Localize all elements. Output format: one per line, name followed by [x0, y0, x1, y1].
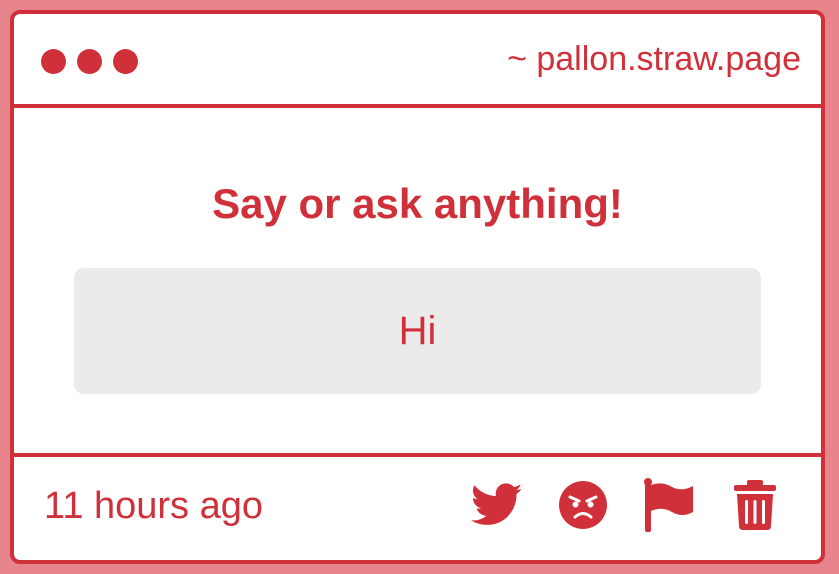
window-titlebar: ~ pallon.straw.page [14, 14, 821, 108]
page-url[interactable]: ~ pallon.straw.page [507, 40, 801, 79]
window-dot-2[interactable] [77, 49, 102, 74]
window-dot-3[interactable] [113, 49, 138, 74]
trash-icon [734, 480, 776, 530]
message-card: ~ pallon.straw.page Say or ask anything!… [10, 10, 825, 564]
window-controls [41, 49, 138, 74]
share-twitter-button[interactable] [471, 479, 523, 531]
report-flag-button[interactable] [643, 478, 695, 532]
message-text: Hi [398, 308, 437, 353]
action-bar [471, 478, 781, 532]
message-box: Hi [74, 268, 761, 394]
flag-icon [644, 478, 693, 532]
react-angry-button[interactable] [557, 479, 609, 531]
angry-face-icon [559, 481, 607, 529]
card-footer: 11 hours ago [14, 453, 821, 560]
delete-button[interactable] [729, 479, 781, 531]
timestamp: 11 hours ago [44, 485, 264, 527]
message-content: Say or ask anything! Hi [14, 108, 821, 453]
window-dot-1[interactable] [41, 49, 66, 74]
page-title: Say or ask anything! [212, 180, 623, 227]
twitter-bird-icon [471, 483, 523, 525]
